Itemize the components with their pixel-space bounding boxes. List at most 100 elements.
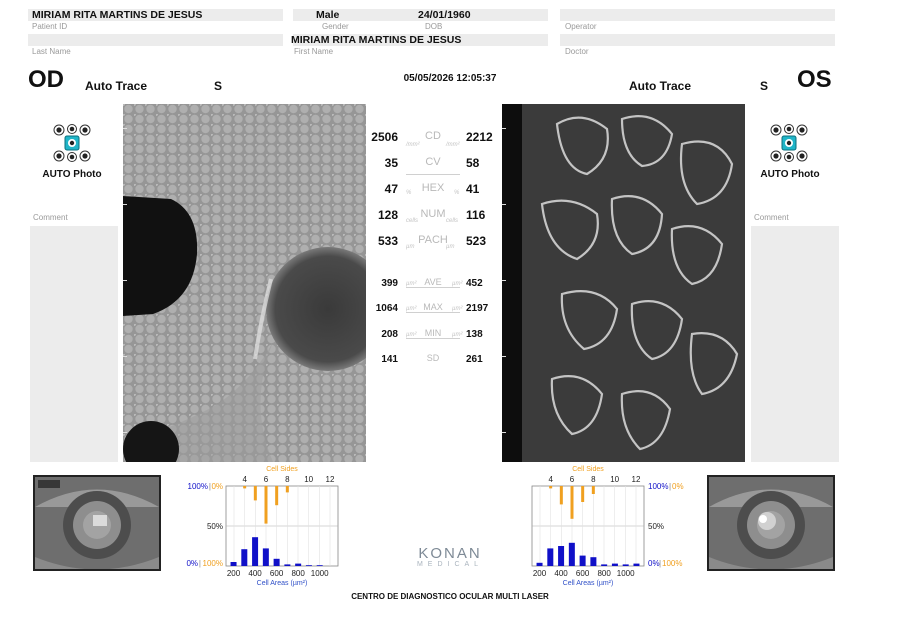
metric-cv: 35 CV 58 xyxy=(366,154,500,178)
metric-max: 1064 MAX 2197 µm² µm² xyxy=(366,301,500,325)
axis-bottom: 0% xyxy=(648,559,660,568)
cell-area-bar xyxy=(305,565,312,566)
metric-os-value: 116 xyxy=(466,208,486,222)
exam-datetime: 05/05/2026 12:05:37 xyxy=(403,73,497,84)
logo-text: KONAN xyxy=(418,545,482,562)
first-name-label: First Name xyxy=(294,47,334,56)
operator-label: Operator xyxy=(565,22,597,31)
cell-area-bar xyxy=(241,549,248,566)
side-tick-label: 6 xyxy=(570,475,575,484)
od-label: OD xyxy=(28,66,64,93)
metric-od-value: 35 xyxy=(384,156,398,170)
metric-ave: 399 AVE 452 µm² µm² xyxy=(366,276,500,300)
area-tick-label: 800 xyxy=(597,569,611,578)
axis-top: 100% xyxy=(188,482,208,491)
metric-unit: /mm² xyxy=(446,142,460,148)
os-label: OS xyxy=(797,66,832,93)
cell-sides-bar xyxy=(264,486,268,524)
metric-name: MAX xyxy=(423,302,443,312)
axis-sep: | xyxy=(199,559,201,568)
metric-name: CV xyxy=(425,156,441,168)
metric-os-value: 523 xyxy=(466,234,487,248)
cell-sides-bar xyxy=(549,486,553,489)
cell-sides-bar xyxy=(570,486,574,519)
clinic-footer: CENTRO DE DIAGNOSTICO OCULAR MULTI LASER xyxy=(351,592,549,601)
od-fixation-icon xyxy=(53,124,91,162)
metric-unit: cells xyxy=(406,218,419,224)
cell-area-bar xyxy=(230,562,237,566)
cell-area-bar xyxy=(262,548,269,566)
metric-os-value: 58 xyxy=(466,156,480,170)
axis-top-alt: 0% xyxy=(211,482,223,491)
side-tick-label: 8 xyxy=(285,475,290,484)
dob-value: 24/01/1960 xyxy=(418,9,471,21)
area-tick-label: 1000 xyxy=(617,569,635,578)
metric-od-value: 128 xyxy=(377,208,398,222)
metric-od-value: 47 xyxy=(384,182,398,196)
metric-od-value: 141 xyxy=(381,354,398,365)
dob-label: DOB xyxy=(425,22,443,31)
metric-unit: µm xyxy=(446,244,455,250)
side-tick-label: 10 xyxy=(304,475,313,484)
axis-sep: | xyxy=(659,559,661,568)
side-tick-label: 12 xyxy=(632,475,641,484)
cell-area-bar xyxy=(536,562,543,566)
metric-unit: cells xyxy=(446,218,459,224)
od-comment-label: Comment xyxy=(33,213,68,222)
metric-pach: 533 PACH 523 µm µm xyxy=(366,232,500,256)
cell-area-bar xyxy=(316,565,323,566)
cell-sides-bar xyxy=(559,486,563,505)
area-tick-label: 200 xyxy=(227,569,241,578)
os-trace-label: Auto Trace xyxy=(629,79,692,93)
area-tick-label: 600 xyxy=(576,569,590,578)
cell-sides-bar xyxy=(581,486,585,502)
cell-area-bar xyxy=(284,564,291,566)
metric-name: AVE xyxy=(424,277,442,287)
metric-od-value: 2506 xyxy=(371,130,398,144)
side-tick-label: 6 xyxy=(264,475,269,484)
metric-name: MIN xyxy=(424,328,442,338)
area-tick-label: 800 xyxy=(291,569,305,578)
side-tick-label: 8 xyxy=(591,475,596,484)
cell-sides-title: Cell Sides xyxy=(266,466,298,473)
metric-sd: 141 SD 261 xyxy=(366,352,500,376)
axis-top-alt: 0% xyxy=(672,482,684,491)
od-s-label: S xyxy=(214,79,223,93)
patient-name: MIRIAM RITA MARTINS DE JESUS xyxy=(32,9,203,21)
od-histogram-chart: Cell Sides 4 6 8 10 12 200 400 600 800 1000Cell Ar… xyxy=(186,466,339,587)
od-comment-box[interactable] xyxy=(30,226,118,462)
cell-area-bar xyxy=(590,557,597,566)
gender-label: Gender xyxy=(322,22,349,31)
metric-os-value: 261 xyxy=(466,354,483,365)
cell-areas-axis-label: Cell Areas (µm²) xyxy=(257,580,308,587)
cell-sides-bar xyxy=(285,486,289,493)
os-histogram-chart: Cell Sides 4 6 8 10 12 200 400 600 800 1000Cell Ar… xyxy=(531,466,684,587)
logo-subtext: MEDICAL xyxy=(416,561,484,568)
metric-unit: % xyxy=(454,190,460,196)
cell-area-bar xyxy=(568,542,575,566)
cell-sides-bar xyxy=(591,486,595,494)
cell-area-bar xyxy=(622,564,629,566)
axis-mid: 50% xyxy=(648,522,664,531)
metric-od-value: 1064 xyxy=(375,303,398,314)
metric-name: SD xyxy=(426,353,440,363)
side-tick-label: 4 xyxy=(242,475,247,484)
cell-area-bar xyxy=(601,564,608,566)
metric-od-value: 533 xyxy=(377,234,398,248)
metric-os-value: 41 xyxy=(466,182,480,196)
os-comment-box[interactable] xyxy=(751,226,839,462)
metric-name: HEX xyxy=(421,182,445,194)
metric-od-value: 399 xyxy=(381,278,398,289)
metric-min: 208 MIN 138 µm² µm² xyxy=(366,327,500,351)
od-specular-image xyxy=(123,104,366,462)
metric-cd: 2506 CD 2212 /mm² /mm² xyxy=(366,128,500,152)
metric-os-value: 452 xyxy=(466,278,483,289)
cell-area-bar xyxy=(633,563,640,566)
axis-top: 100% xyxy=(648,482,668,491)
cell-area-bar xyxy=(252,537,259,566)
area-tick-label: 200 xyxy=(533,569,547,578)
axis-sep: | xyxy=(209,482,211,491)
os-fixation-icon xyxy=(770,124,808,162)
metric-num: 128 NUM 116 cells cells xyxy=(366,206,500,230)
axis-bottom-alt: 100% xyxy=(203,559,223,568)
